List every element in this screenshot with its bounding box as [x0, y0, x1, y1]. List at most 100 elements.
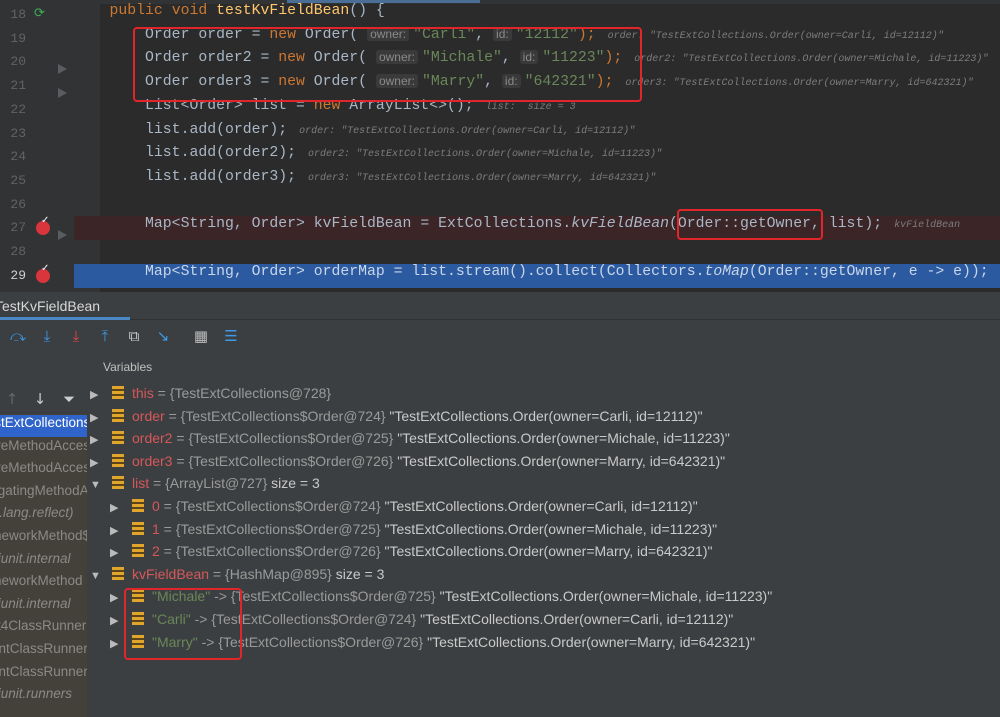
code-line[interactable]: list.add(order3); order3: "TestExtCollec… [74, 169, 1000, 193]
stack-frame[interactable]: DelegatingMethodAccessorIm [0, 483, 87, 505]
inline-debug-value: order: "TestExtCollections.Order(owner=C… [595, 30, 944, 42]
stack-frame[interactable]: ParentClassRunner (o [0, 641, 87, 663]
drop-frame-icon[interactable]: ⧉ [124, 326, 144, 346]
step-out-icon[interactable]: ⤒ [95, 326, 115, 346]
code-line[interactable] [74, 240, 1000, 264]
variable-row[interactable]: ▶ this = {TestExtCollections@728} [90, 385, 331, 407]
code-line[interactable]: public void testKvFieldBean() { [74, 3, 1000, 27]
variable-name: 0 [152, 498, 160, 514]
debug-panel: TestKvFieldBean ⤼ ⤓ ⤓ ⤒ ⧉ ↘ ▦ ☰ Variable… [0, 292, 1000, 717]
tab-debug-session[interactable]: TestKvFieldBean [0, 296, 130, 320]
breakpoint-icon[interactable] [36, 263, 50, 283]
evaluate-expression-icon[interactable]: ▦ [191, 326, 211, 346]
arrow-up-icon[interactable]: ↑ [2, 389, 22, 409]
code-line[interactable] [74, 193, 1000, 217]
stack-frame[interactable]: ParentClassRunner (o [0, 664, 87, 686]
collapsed-arrow-icon[interactable]: ▶ [110, 501, 132, 514]
expanded-arrow-icon[interactable]: ▼ [90, 479, 112, 491]
variable-equals: = [153, 385, 170, 401]
code-line[interactable]: list.add(order2); order2: "TestExtCollec… [74, 145, 1000, 169]
step-into-icon[interactable]: ⤓ [37, 326, 57, 346]
variable-row[interactable]: ▶ order3 = {TestExtCollections$Order@726}… [90, 453, 725, 475]
variable-equals: = [172, 452, 189, 469]
stack-frame[interactable]: JUnit4ClassRunner [0, 618, 87, 640]
variable-type: {TestExtCollections$Order@724} [180, 407, 386, 424]
variable-equals: = [159, 543, 176, 560]
variable-value: size = 3 [271, 475, 320, 492]
line-number: 26 [10, 196, 26, 212]
variable-name: this [132, 385, 154, 401]
inline-debug-value: order3: "TestExtCollections.Order(owner=… [296, 172, 657, 184]
line-number: 28 [10, 244, 26, 259]
stack-frame[interactable]: NativeMethodAccessorImpl (s [0, 460, 87, 482]
variable-row[interactable]: ▶ 1 = {TestExtCollections$Order@725} "Tes… [110, 521, 717, 543]
line-number: 18 [10, 7, 26, 22]
variable-equals: = [159, 498, 176, 514]
force-step-into-icon[interactable]: ⤓ [66, 326, 86, 346]
filter-icon[interactable]: ⏷ [59, 389, 79, 409]
collapsed-arrow-icon[interactable]: ▶ [90, 456, 112, 469]
variable-name: 2 [152, 543, 160, 560]
trace-icon[interactable]: ☰ [221, 326, 241, 346]
variable-row[interactable]: ▶ 2 = {TestExtCollections$Order@726} "Tes… [110, 543, 712, 565]
field-icon [132, 544, 144, 558]
line-number: 27 [10, 220, 26, 236]
run-test-icon[interactable]: ⟳ [34, 6, 45, 21]
stack-frame[interactable]: TestExtCollections [0, 415, 87, 437]
code-line[interactable]: list.add(order); order: "TestExtCollecti… [74, 122, 1000, 146]
collapsed-arrow-icon[interactable]: ▶ [90, 433, 112, 446]
variable-value: "TestExtCollections.Order(owner=Michale,… [384, 520, 718, 537]
stack-frame[interactable]: (org.junit.internal [0, 551, 87, 573]
stack-frame[interactable]: (org.junit.internal [0, 596, 87, 618]
variable-name: order3 [132, 452, 173, 469]
breakpoint-icon[interactable] [36, 215, 50, 236]
stack-frame[interactable]: (org.junit.runners [0, 686, 87, 708]
code-token: list.add(order2); [74, 145, 296, 162]
step-over-icon[interactable]: ⤼ [8, 326, 28, 346]
line-number: 19 [10, 30, 26, 46]
inline-debug-value: order2: "TestExtCollections.Order(owner=… [622, 54, 989, 66]
variable-row[interactable]: ▼ list = {ArrayList@727} size = 3 [90, 475, 320, 497]
variable-name: list [132, 475, 150, 492]
line-number: 21 [10, 78, 26, 94]
code-token: public void [109, 3, 217, 19]
variable-equals: = [164, 407, 181, 424]
variable-type: {TestExtCollections$Order@724} [175, 498, 381, 514]
fold-marker-icon[interactable] [58, 230, 67, 241]
highlight-box-method-ref [677, 209, 823, 240]
variable-row[interactable]: ▼ kvFieldBean = {HashMap@895} size = 3 [90, 566, 384, 588]
field-icon [112, 566, 124, 580]
code-token: Map<String, Order> kvFieldBean = ExtColl… [74, 216, 572, 233]
line-number: 20 [10, 54, 26, 70]
code-token: list.add(order); [74, 121, 288, 138]
frames-list[interactable]: TestExtCollectionsNativeMethodAccessorIm… [0, 384, 87, 717]
code-editor[interactable]: 18 ⟳ 19 20 21 22 23 24 25 26 27 28 29 public void te… [0, 0, 1000, 292]
variable-row[interactable]: ▶ order = {TestExtCollections$Order@724} … [90, 408, 703, 430]
run-to-cursor-icon[interactable]: ↘ [153, 326, 173, 346]
stack-frame[interactable]: FrameworkMethod$1 [0, 528, 87, 550]
variable-equals: = [209, 565, 226, 582]
variable-row[interactable]: ▶ 0 = {TestExtCollections$Order@724} "Tes… [110, 498, 698, 520]
breakpoint-line[interactable]: Map<String, Order> kvFieldBean = ExtColl… [74, 216, 1000, 241]
collapsed-arrow-icon[interactable]: ▶ [110, 524, 132, 537]
arrow-down-icon[interactable]: ↓ [30, 389, 50, 409]
collapsed-arrow-icon[interactable]: ▶ [90, 388, 112, 401]
stack-frame[interactable]: NativeMethodAccessorImpl (s [0, 438, 87, 460]
expanded-arrow-icon[interactable]: ▼ [90, 570, 112, 582]
variable-name: order [132, 407, 165, 424]
collapsed-arrow-icon[interactable]: ▶ [90, 411, 112, 424]
code-token: testKvFieldBean [216, 3, 350, 19]
collapsed-arrow-icon[interactable]: ▶ [110, 546, 132, 559]
execution-line[interactable]: Map<String, Order> orderMap = list.strea… [74, 263, 1000, 288]
fold-marker-icon[interactable] [58, 64, 67, 75]
variable-value: "TestExtCollections.Order(owner=Marry, i… [427, 633, 756, 650]
stack-frame[interactable]: FrameworkMethod [0, 573, 87, 595]
variable-row[interactable]: ▶ order2 = {TestExtCollections$Order@725}… [90, 430, 730, 452]
stack-frame[interactable]: (java.lang.reflect) [0, 505, 87, 527]
inline-debug-value: order: "TestExtCollections.Order(owner=C… [287, 125, 636, 137]
field-icon [112, 476, 124, 490]
fold-marker-icon[interactable] [58, 88, 67, 99]
field-icon [132, 521, 144, 535]
variable-type: {TestExtCollections$Order@726} [188, 452, 394, 469]
